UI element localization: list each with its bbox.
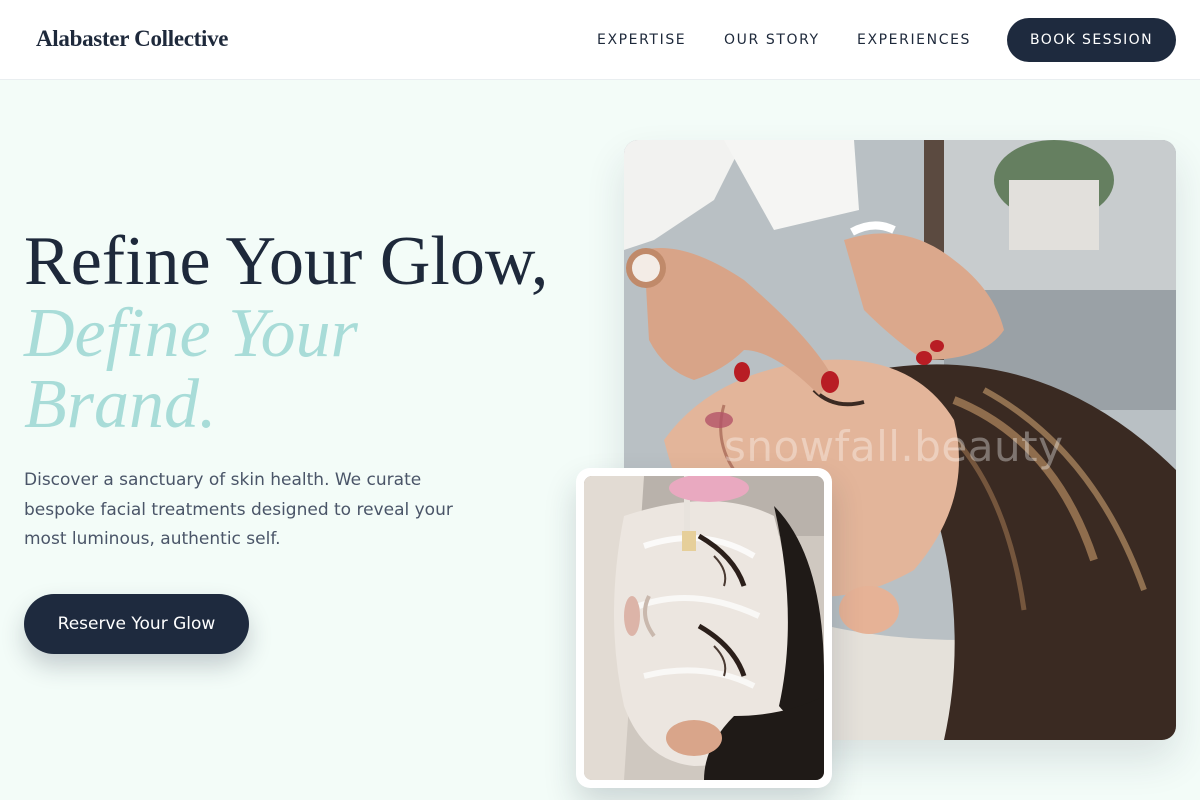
hero-headline-accent: Define Your Brand.: [24, 295, 358, 443]
brand-logo[interactable]: Alabaster Collective: [36, 26, 229, 52]
site-header: Alabaster Collective EXPERTISE OUR STORY…: [0, 0, 1200, 80]
reserve-glow-button[interactable]: Reserve Your Glow: [24, 594, 249, 654]
book-session-button[interactable]: BOOK SESSION: [1007, 18, 1176, 62]
hero-headline: Refine Your Glow,: [24, 223, 549, 300]
inset-photo-card: [576, 468, 832, 788]
nav-link-our-story[interactable]: OUR STORY: [724, 32, 820, 48]
face-mask-illustration: [584, 476, 824, 780]
hero-subtext: Discover a sanctuary of skin health. We …: [24, 470, 453, 549]
nav-link-expertise[interactable]: EXPERTISE: [597, 32, 686, 48]
nav-link-experiences[interactable]: EXPERIENCES: [857, 32, 971, 48]
face-mask-treatment-photo: [584, 476, 824, 780]
image-watermark: snowfall.beauty: [724, 422, 1064, 471]
